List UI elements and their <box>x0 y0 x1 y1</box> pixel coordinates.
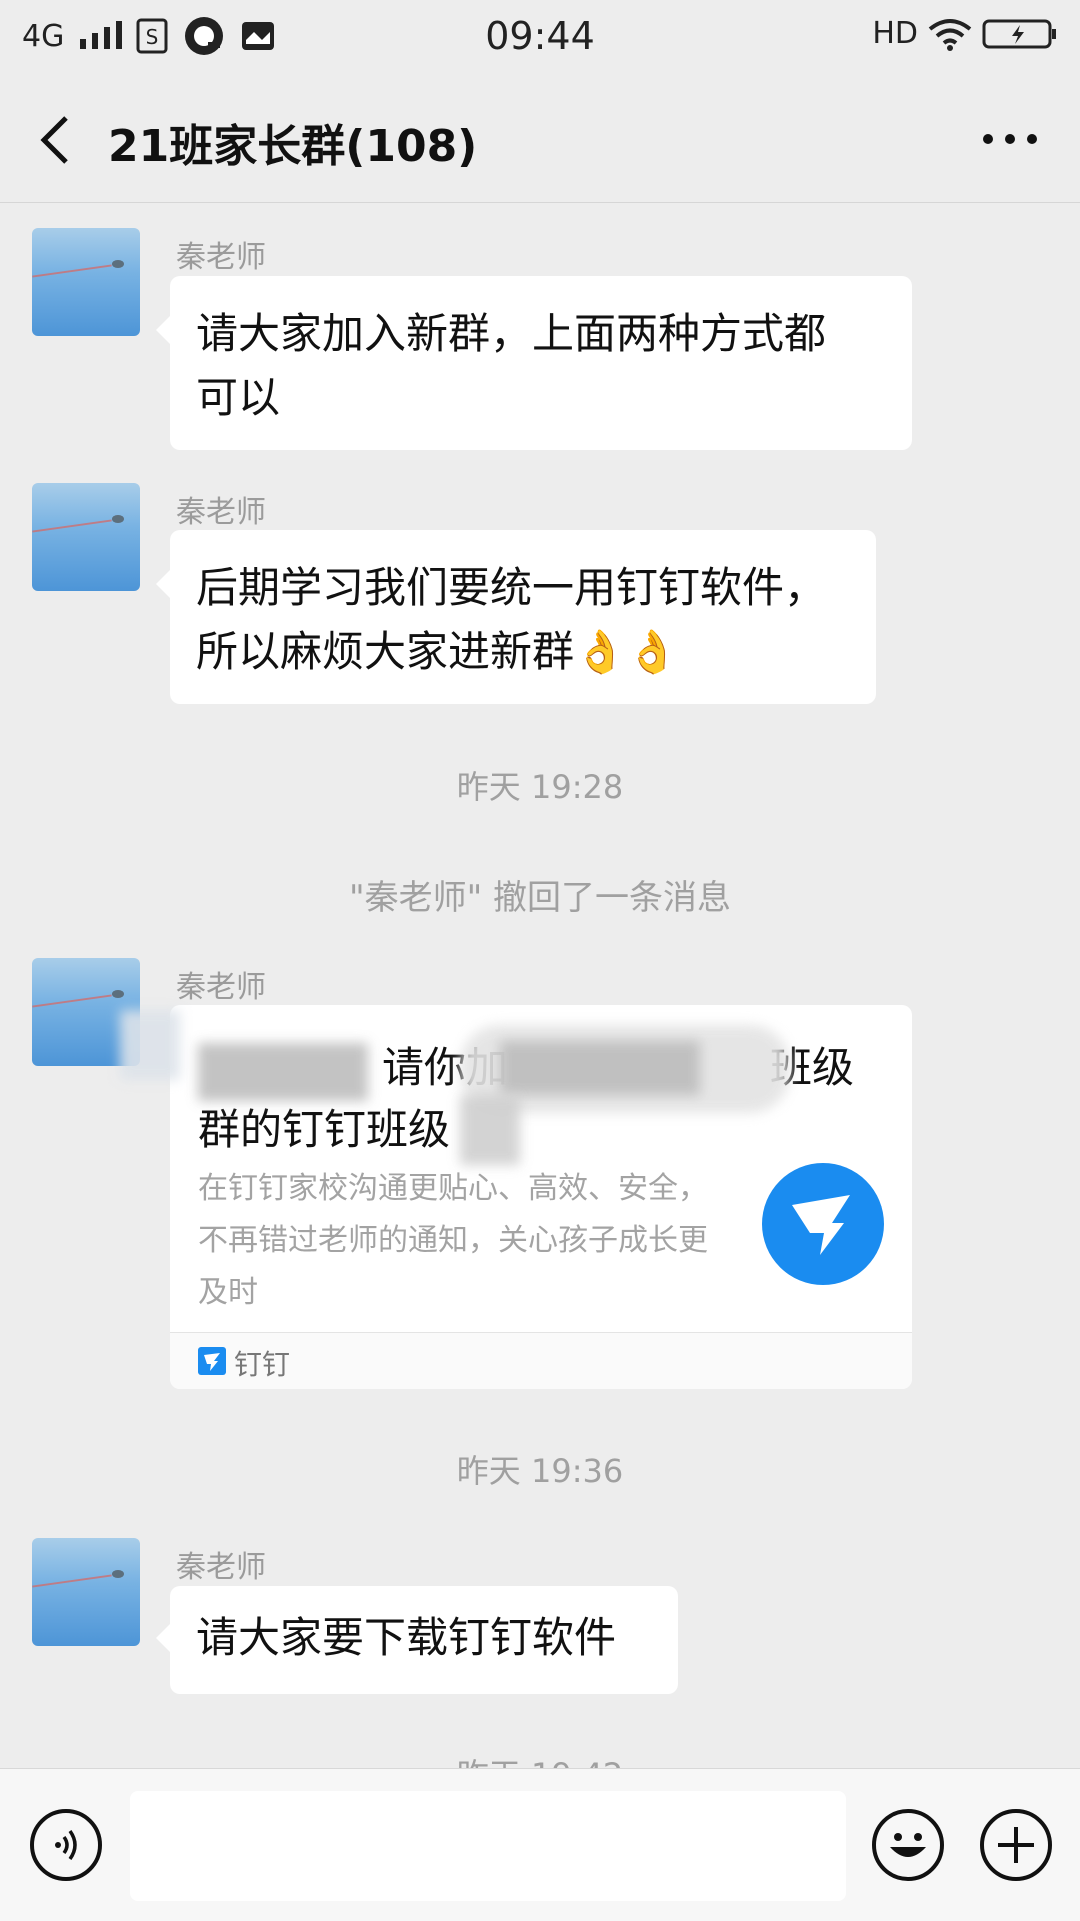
redaction-blur <box>198 1043 368 1101</box>
redaction-blur <box>120 1010 180 1080</box>
message-text-line: 请大家加入新群，上面两种方式都 <box>196 309 827 358</box>
bubble-tail <box>156 570 170 598</box>
card-title-part: 群的钉钉班级 <box>198 1105 451 1154</box>
back-arrow-icon[interactable] <box>30 110 80 170</box>
message-bubble[interactable]: 请大家加入新群，上面两种方式都 可以 <box>156 276 912 450</box>
timestamp: 昨天 19:28 <box>456 768 624 806</box>
sender-name: 秦老师 <box>176 240 266 275</box>
message-text-line: 所以麻烦大家进新群👌👌 <box>196 627 679 676</box>
sender-name: 秦老师 <box>176 495 266 530</box>
battery-icon <box>982 19 1056 48</box>
voice-icon <box>55 1829 77 1861</box>
chat-header: 21班家长群(108) <box>0 72 1080 203</box>
avatar[interactable] <box>32 1538 140 1646</box>
message-text-line: 可以 <box>196 373 281 422</box>
redaction-blur <box>500 1041 700 1095</box>
voice-input-button[interactable] <box>30 1809 102 1881</box>
message-bubble[interactable]: 后期学习我们要统一用钉钉软件， 所以麻烦大家进新群👌👌 <box>156 530 876 704</box>
card-source: 钉钉 <box>234 1348 291 1381</box>
chat-title: 21班家长群(108) <box>108 121 478 172</box>
hd-indicator: HD <box>872 16 918 51</box>
message-text-line: 后期学习我们要统一用钉钉软件， <box>196 563 827 612</box>
bubble-tail <box>156 316 170 344</box>
message-bubble[interactable]: 请大家要下载钉钉软件 <box>156 1586 678 1694</box>
status-bar: 4G S 09:44 HD <box>0 0 1080 72</box>
card-footer: 钉钉 <box>170 1332 912 1389</box>
card-description: 在钉钉家校沟通更贴心、高效、安全，不再错过老师的通知，关心孩子成长更及时 <box>198 1171 708 1310</box>
plus-icon <box>998 1827 1034 1863</box>
sender-name: 秦老师 <box>176 1550 266 1585</box>
dingtalk-small-icon <box>198 1347 226 1375</box>
avatar[interactable] <box>32 483 140 591</box>
message-text: 请大家要下载钉钉软件 <box>196 1613 617 1662</box>
link-card[interactable]: 请你加 班级 群的钉钉班级 在钉钉家校沟通更贴心、高效、安全，不再错过老师的通知，… <box>170 1005 912 1389</box>
more-icon[interactable] <box>980 124 1040 154</box>
dingtalk-logo-icon <box>762 1163 884 1285</box>
message-input[interactable] <box>130 1791 846 1901</box>
redaction-blur <box>460 1095 520 1165</box>
status-right: HD <box>872 16 1058 51</box>
emoji-icon <box>890 1833 926 1857</box>
input-bar <box>0 1768 1080 1921</box>
avatar[interactable] <box>32 228 140 336</box>
recall-notice: "秦老师" 撤回了一条消息 <box>348 878 732 918</box>
bubble-tail <box>156 1624 170 1652</box>
more-actions-button[interactable] <box>980 1809 1052 1881</box>
wifi-icon <box>928 18 972 51</box>
timestamp: 昨天 19:36 <box>456 1452 624 1490</box>
sender-name: 秦老师 <box>176 970 266 1005</box>
emoji-button[interactable] <box>872 1809 944 1881</box>
